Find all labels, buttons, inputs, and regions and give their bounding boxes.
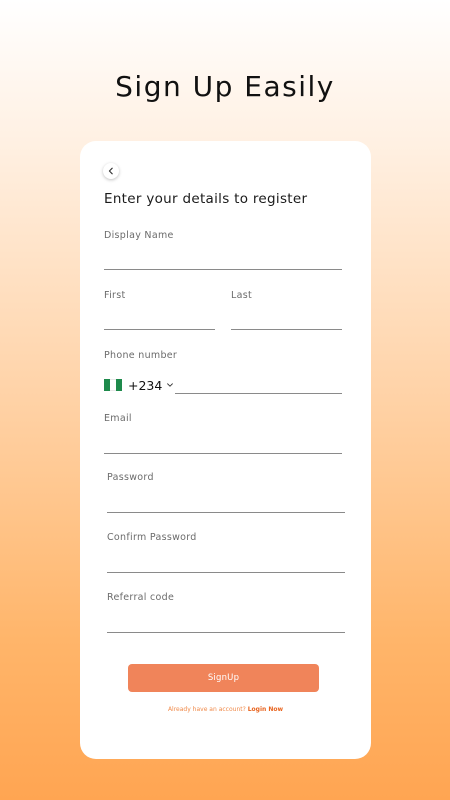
chevron-left-icon [108,167,113,175]
display-name-input[interactable] [104,250,342,270]
first-name-input[interactable] [104,310,215,330]
country-code-select[interactable]: +234 [104,377,174,393]
form-subtitle: Enter your details to register [104,191,308,207]
page-title: Sign Up Easily [115,70,335,103]
password-label: Password [107,472,154,483]
email-label: Email [104,413,132,424]
confirm-password-label: Confirm Password [107,532,197,543]
confirm-password-input[interactable] [107,553,345,573]
chevron-down-icon [166,381,174,389]
referral-code-label: Referral code [107,592,175,603]
signup-card: Enter your details to register Display N… [80,141,371,759]
display-name-label: Display Name [104,230,174,241]
first-name-label: First [104,290,126,301]
referral-code-input[interactable] [107,613,345,633]
phone-input[interactable] [175,374,342,394]
phone-label: Phone number [104,350,178,361]
back-button[interactable] [103,163,119,179]
country-dial-code: +234 [128,377,163,393]
nigeria-flag-icon [104,379,122,391]
email-input[interactable] [104,434,342,454]
password-input[interactable] [107,493,345,513]
last-name-label: Last [231,290,252,301]
login-now-link[interactable]: Login Now [248,706,283,713]
login-prompt: Already have an account? Login Now [80,706,371,713]
login-prompt-text: Already have an account? [167,706,246,713]
signup-button[interactable]: SignUp [128,664,319,692]
last-name-input[interactable] [231,310,342,330]
